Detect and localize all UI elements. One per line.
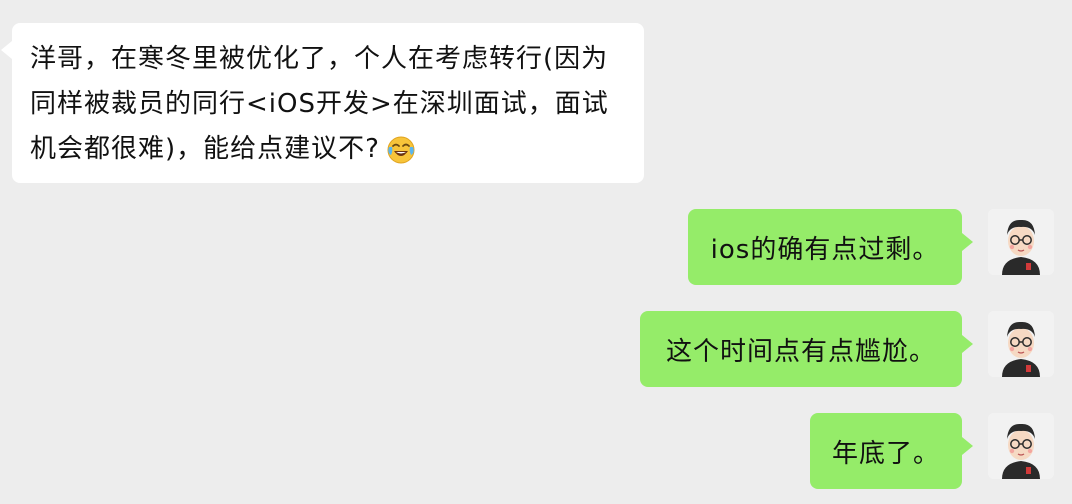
tears-of-joy-emoji-icon (386, 135, 416, 165)
outgoing-message-bubble[interactable]: 这个时间点有点尴尬。 (640, 311, 973, 387)
outgoing-message-bubble[interactable]: ios的确有点过剩。 (688, 209, 973, 285)
outgoing-message-row: 年底了。 (0, 413, 1072, 491)
incoming-message-bubble[interactable]: 洋哥，在寒冬里被优化了，个人在考虑转行(因为同样被裁员的同行<iOS开发>在深圳… (1, 23, 644, 183)
incoming-message-text: 洋哥，在寒冬里被优化了，个人在考虑转行(因为同样被裁员的同行<iOS开发>在深圳… (30, 44, 609, 164)
outgoing-message-row: ios的确有点过剩。 (0, 209, 1072, 287)
avatar[interactable] (988, 413, 1054, 479)
outgoing-message-text: ios的确有点过剩。 (710, 234, 940, 265)
chat-window: 洋哥，在寒冬里被优化了，个人在考虑转行(因为同样被裁员的同行<iOS开发>在深圳… (0, 0, 1072, 504)
avatar[interactable] (988, 209, 1054, 275)
outgoing-message-text: 年底了。 (831, 438, 940, 469)
outgoing-message-bubble[interactable]: 年底了。 (810, 413, 973, 489)
avatar[interactable] (988, 311, 1054, 377)
outgoing-message-row: 这个时间点有点尴尬。 (0, 311, 1072, 389)
outgoing-message-text: 这个时间点有点尴尬。 (665, 336, 936, 367)
